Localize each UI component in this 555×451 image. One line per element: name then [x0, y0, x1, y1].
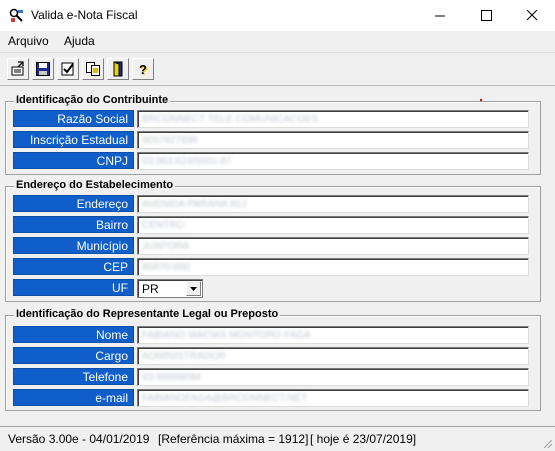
email-label: e-mail — [13, 389, 134, 406]
menu-bar: Arquivo Ajuda — [0, 31, 555, 51]
minimize-icon — [434, 15, 445, 17]
estabelecimento-title: Endereço do Estabelecimento — [14, 179, 176, 191]
app-icon — [9, 8, 25, 24]
estabelecimento-group: Endereço do Estabelecimento Endereço AVE… — [5, 179, 541, 302]
version-status: Versão 3.00e - 04/01/2019 — [8, 432, 150, 446]
uf-label: UF — [13, 279, 134, 296]
title-bar: Valida e-Nota Fiscal — [0, 0, 555, 32]
check-icon — [61, 62, 74, 76]
chevron-down-icon — [190, 286, 197, 291]
contribuinte-group: Identificação do Contribuinte Razão Soci… — [5, 94, 541, 175]
telefone-label: Telefone — [13, 368, 134, 385]
cep-label: CEP — [13, 258, 134, 275]
toolbar: ? — [0, 52, 555, 86]
close-button[interactable] — [509, 0, 555, 31]
nome-label: Nome — [13, 326, 134, 343]
export-button[interactable] — [7, 58, 29, 80]
status-bar: Versão 3.00e - 04/01/2019 [Referência má… — [0, 426, 555, 451]
reference-status: [Referência máxima = 1912] — [158, 432, 309, 446]
contribuinte-title: Identificação do Contribuinte — [14, 94, 171, 106]
telefone-input[interactable]: 43-99999094 — [137, 368, 529, 386]
email-input[interactable]: FABIANOFAGA@BRCONNECT.NET — [137, 389, 529, 407]
municipio-label: Município — [13, 237, 134, 254]
municipio-input[interactable]: JUAPORA — [137, 237, 529, 255]
copy-icon — [86, 62, 100, 76]
uf-dropdown-button[interactable] — [186, 281, 201, 296]
cargo-input[interactable]: ADMINISTRADOR — [137, 347, 529, 365]
menu-arquivo[interactable]: Arquivo — [8, 34, 49, 48]
validate-button[interactable] — [57, 58, 79, 80]
cep-input[interactable]: 86870-000 — [137, 258, 529, 276]
help-button[interactable]: ? — [132, 58, 154, 80]
window-title: Valida e-Nota Fiscal — [31, 8, 138, 22]
bairro-input[interactable]: CENTRO — [137, 216, 529, 234]
help-icon: ? — [139, 61, 147, 77]
red-marker — [480, 99, 482, 101]
exit-button[interactable] — [107, 58, 129, 80]
save-icon — [36, 62, 50, 76]
close-icon — [526, 10, 537, 21]
export-icon — [11, 61, 24, 76]
representante-group: Identificação do Representante Legal ou … — [5, 308, 541, 411]
endereco-input[interactable]: AVENIDA PARANA 812 — [137, 195, 529, 213]
menu-ajuda[interactable]: Ajuda — [64, 34, 95, 48]
exit-door-icon — [113, 61, 123, 77]
nome-input[interactable]: FABIANO MACIAS MONTORO FAGA — [137, 326, 529, 344]
save-button[interactable] — [32, 58, 54, 80]
maximize-icon — [480, 10, 492, 21]
today-status: [ hoje é 23/07/2019] — [310, 432, 417, 446]
bairro-label: Bairro — [13, 216, 134, 233]
uf-value: PR — [142, 282, 159, 296]
uf-select[interactable]: PR — [137, 279, 203, 298]
minimize-button[interactable] — [417, 0, 463, 31]
endereco-label: Endereço — [13, 195, 134, 212]
razao-social-input[interactable]: BRCONNECT TELE COMUNICACOES — [137, 110, 529, 128]
representante-title: Identificação do Representante Legal ou … — [14, 308, 281, 320]
inscricao-estadual-input[interactable]: 9057827896 — [137, 131, 529, 149]
cargo-label: Cargo — [13, 347, 134, 364]
copy-button[interactable] — [82, 58, 104, 80]
inscricao-estadual-label: Inscrição Estadual — [13, 131, 134, 148]
razao-social-label: Razão Social — [13, 110, 134, 127]
cnpj-label: CNPJ — [13, 152, 134, 169]
maximize-button[interactable] — [463, 0, 509, 31]
resize-grip-icon[interactable] — [542, 438, 553, 449]
cnpj-input[interactable]: 03.963.624/0001-87 — [137, 152, 529, 170]
